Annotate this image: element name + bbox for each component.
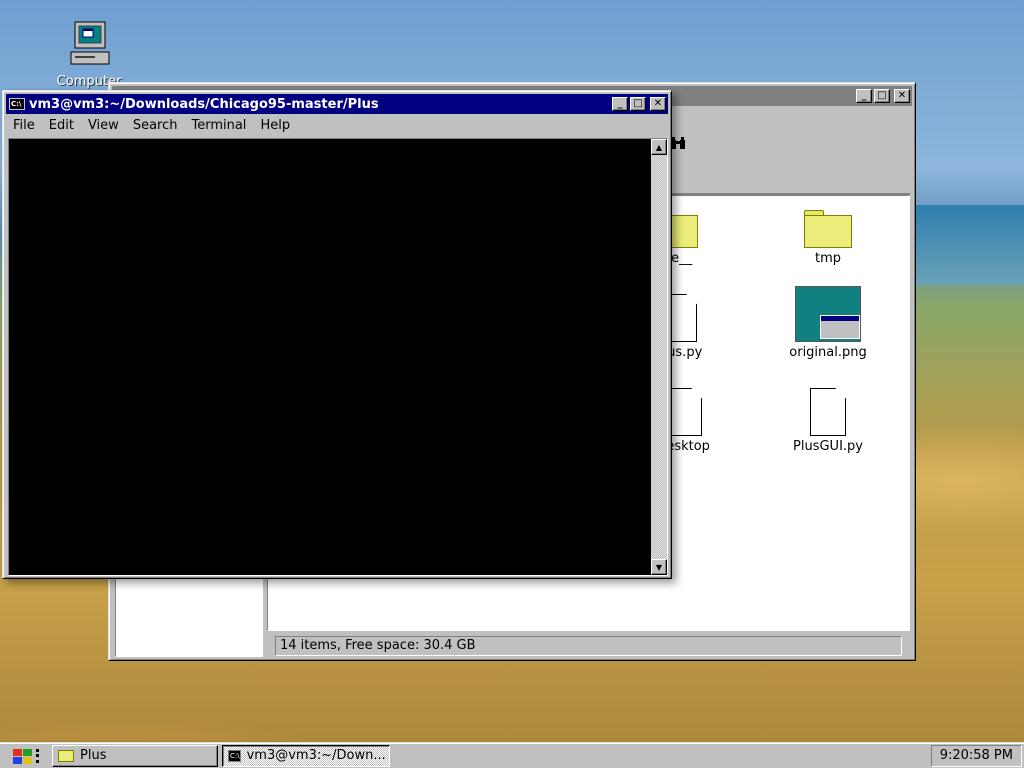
status-bar: 14 items, Free space: 30.4 GB — [275, 636, 902, 656]
taskbar-item-plus[interactable]: Plus — [52, 744, 218, 767]
file-item[interactable]: PlusGUI.py — [768, 388, 888, 454]
scroll-down-button[interactable]: ▼ — [651, 559, 667, 575]
terminal-menubar: File Edit View Search Terminal Help — [6, 115, 668, 135]
maximize-button[interactable]: □ — [630, 97, 646, 111]
terminal-icon: C:\ — [9, 98, 25, 110]
image-icon — [795, 286, 861, 342]
terminal-window[interactable]: C:\ vm3@vm3:~/Downloads/Chicago95-master… — [2, 90, 672, 579]
taskbar-item-label: Plus — [80, 748, 107, 763]
clock: 9:20:58 PM — [930, 744, 1022, 767]
scroll-up-button[interactable]: ▲ — [651, 139, 667, 155]
menu-edit[interactable]: Edit — [42, 118, 81, 133]
close-icon: ✕ — [897, 90, 907, 101]
grip-icon — [36, 748, 39, 763]
file-label: original.png — [789, 345, 867, 360]
file-label: PlusGUI.py — [793, 439, 863, 454]
terminal-icon: C:\ — [228, 749, 241, 762]
menu-file[interactable]: File — [6, 118, 42, 133]
minimize-icon: _ — [617, 98, 623, 109]
close-button[interactable]: ✕ — [894, 89, 910, 103]
file-item[interactable]: original.png — [768, 286, 888, 360]
arrow-down-icon: ▼ — [655, 562, 663, 572]
desktop-icon-computer[interactable]: Computer — [52, 20, 126, 89]
binoculars-icon[interactable] — [670, 136, 686, 150]
document-icon — [810, 388, 846, 436]
file-label: tmp — [814, 251, 841, 266]
menu-view[interactable]: View — [81, 118, 126, 133]
taskbar: Plus C:\ vm3@vm3:~/Down... 9:20:58 PM — [0, 742, 1024, 768]
maximize-icon: □ — [877, 90, 887, 101]
maximize-icon: □ — [633, 98, 643, 109]
close-icon: ✕ — [653, 98, 663, 109]
folder-icon — [58, 749, 74, 762]
menu-terminal[interactable]: Terminal — [184, 118, 253, 133]
taskbar-item-label: vm3@vm3:~/Down... — [246, 748, 386, 763]
terminal-area: ▲ ▼ — [8, 138, 668, 576]
terminal-titlebar[interactable]: C:\ vm3@vm3:~/Downloads/Chicago95-master… — [6, 94, 668, 114]
terminal-screen[interactable] — [9, 139, 651, 575]
close-button[interactable]: ✕ — [650, 97, 666, 111]
taskbar-item-terminal[interactable]: C:\ vm3@vm3:~/Down... — [222, 744, 390, 767]
minimize-button[interactable]: _ — [612, 97, 628, 111]
windows-logo-icon — [13, 748, 32, 764]
vertical-scrollbar[interactable]: ▲ ▼ — [651, 139, 667, 575]
terminal-title: vm3@vm3:~/Downloads/Chicago95-master/Plu… — [29, 96, 379, 112]
menu-search[interactable]: Search — [126, 118, 185, 133]
arrow-up-icon: ▲ — [655, 142, 663, 152]
folder-icon — [804, 210, 852, 248]
menu-help[interactable]: Help — [253, 118, 297, 133]
computer-icon — [70, 21, 110, 65]
minimize-button[interactable]: _ — [856, 89, 872, 103]
start-button[interactable] — [2, 745, 48, 767]
file-item[interactable]: tmp — [768, 210, 888, 266]
wallpaper-sea — [910, 205, 1024, 285]
minimize-icon: _ — [861, 90, 867, 101]
maximize-button[interactable]: □ — [874, 89, 890, 103]
